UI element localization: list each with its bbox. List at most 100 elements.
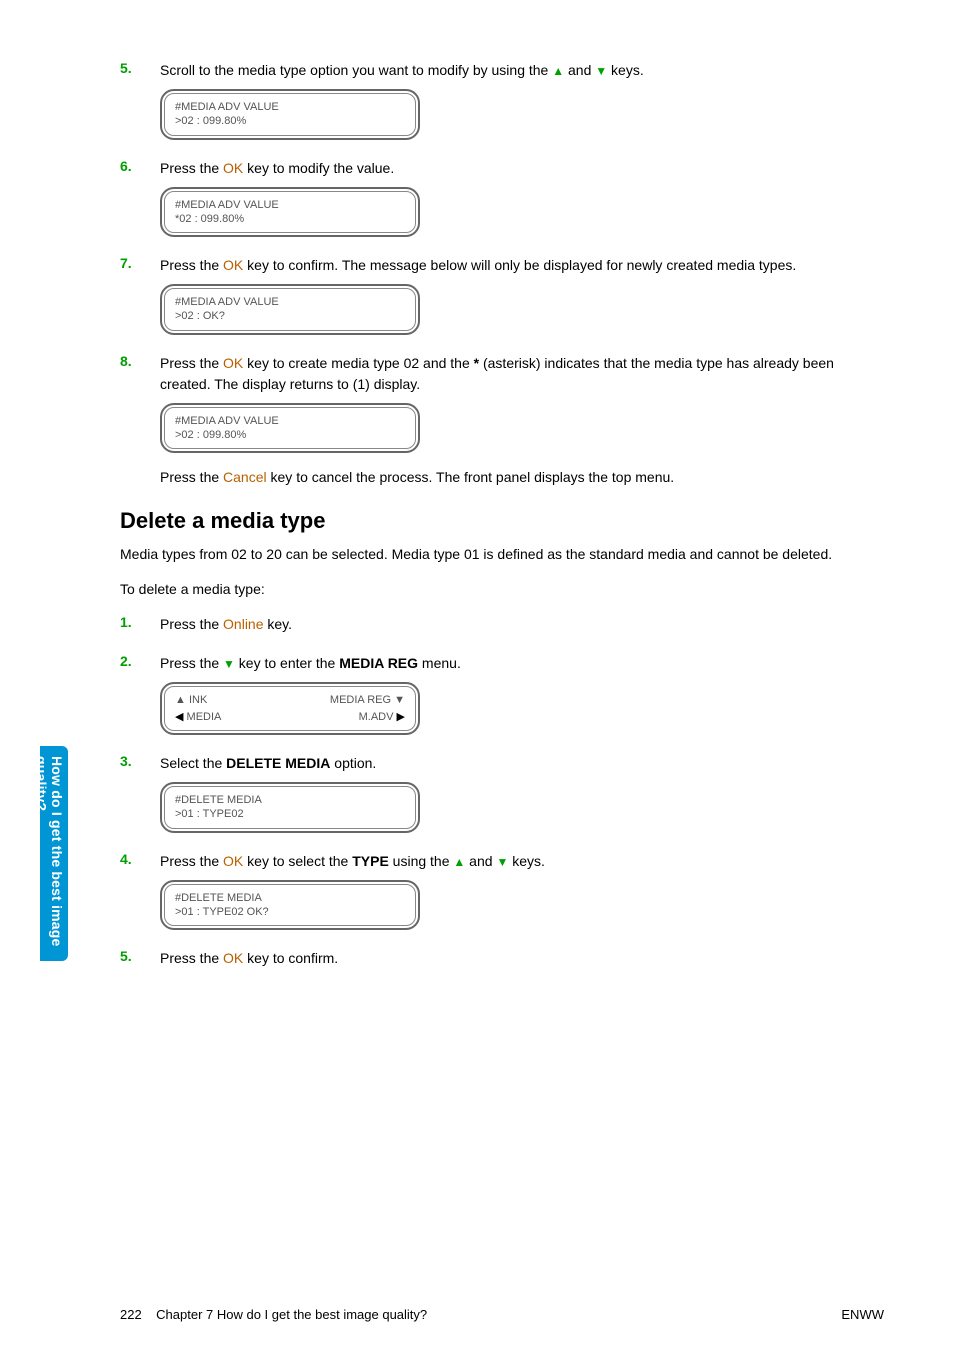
t: Select the <box>160 755 226 771</box>
left-arrow-icon: ◀ <box>175 711 183 723</box>
step-text: Select the DELETE MEDIA option. <box>160 753 884 774</box>
t: M.ADV <box>359 711 394 723</box>
step-note: Press the Cancel key to cancel the proce… <box>160 467 884 488</box>
footer-brand: ENWW <box>841 1307 884 1322</box>
lcd-line1: #MEDIA ADV VALUE <box>175 414 405 428</box>
chapter-label: Chapter 7 How do I get the best image qu… <box>156 1307 427 1322</box>
lcd-right1: MEDIA REG ▼ <box>330 693 405 707</box>
step-text: Press the OK key to confirm. The message… <box>160 255 884 276</box>
page-content: 5. Scroll to the media type option you w… <box>0 0 954 1027</box>
t: menu. <box>418 655 461 671</box>
key-label: Cancel <box>223 469 267 485</box>
t: Press the <box>160 355 223 371</box>
section-intro: Media types from 02 to 20 can be selecte… <box>120 544 884 565</box>
lcd-right2: M.ADV ▶ <box>359 710 405 724</box>
lcd-line2: >02 : 099.80% <box>175 114 405 128</box>
lcd-display: #MEDIA ADV VALUE *02 : 099.80% <box>160 187 420 238</box>
lcd-display: #MEDIA ADV VALUE >02 : OK? <box>160 284 420 335</box>
key-label: OK <box>223 160 243 176</box>
step-number: 4. <box>120 851 138 867</box>
lcd-line2: >01 : TYPE02 OK? <box>175 905 405 919</box>
step-text: Press the ▼ key to enter the MEDIA REG m… <box>160 653 884 674</box>
step-text: Press the OK key to modify the value. <box>160 158 884 179</box>
b-step-1: 1. Press the Online key. <box>120 614 884 635</box>
t: keys. <box>508 853 545 869</box>
t: key to enter the <box>235 655 339 671</box>
lcd-line1: #MEDIA ADV VALUE <box>175 198 405 212</box>
lcd-display: #DELETE MEDIA >01 : TYPE02 OK? <box>160 880 420 931</box>
lcd-line2: >02 : 099.80% <box>175 428 405 442</box>
t: key to create media type 02 and the <box>243 355 473 371</box>
step-number: 1. <box>120 614 138 630</box>
t: keys. <box>607 62 644 78</box>
t: key to select the <box>243 853 352 869</box>
step-number: 7. <box>120 255 138 271</box>
steps-lower: 1. Press the Online key. 2. Press the ▼ … <box>120 614 884 969</box>
step-text: Press the OK key to select the TYPE usin… <box>160 851 884 872</box>
footer-left: 222 Chapter 7 How do I get the best imag… <box>120 1307 427 1322</box>
down-arrow-icon: ▼ <box>595 64 607 78</box>
step-text: Press the OK key to confirm. <box>160 948 884 969</box>
bold: MEDIA REG <box>339 655 418 671</box>
t: and <box>465 853 496 869</box>
side-tab-line1: How do I get the best image <box>49 756 65 947</box>
step-text: Press the OK key to create media type 02… <box>160 353 884 395</box>
step-5: 5. Scroll to the media type option you w… <box>120 60 884 140</box>
step-number: 5. <box>120 60 138 76</box>
lcd-line1: #MEDIA ADV VALUE <box>175 295 405 309</box>
step-8: 8. Press the OK key to create media type… <box>120 353 884 489</box>
lcd-left1: ▲ INK <box>175 693 221 707</box>
page-number: 222 <box>120 1307 142 1322</box>
t: Press the <box>160 853 223 869</box>
lcd-line1: #MEDIA ADV VALUE <box>175 100 405 114</box>
lcd-line2: >02 : OK? <box>175 309 405 323</box>
lcd-left2: ◀ MEDIA <box>175 710 221 724</box>
t: Press the <box>160 616 223 632</box>
step-number: 2. <box>120 653 138 669</box>
t: Scroll to the media type option you want… <box>160 62 552 78</box>
t: Press the <box>160 469 223 485</box>
t: key to confirm. <box>243 950 338 966</box>
key-label: Online <box>223 616 263 632</box>
t: Press the <box>160 655 223 671</box>
key-label: OK <box>223 257 243 273</box>
step-number: 5. <box>120 948 138 964</box>
steps-upper: 5. Scroll to the media type option you w… <box>120 60 884 488</box>
side-tab: How do I get the best image quality? <box>40 746 68 961</box>
key-label: OK <box>223 355 243 371</box>
t: and <box>564 62 595 78</box>
page-footer: 222 Chapter 7 How do I get the best imag… <box>120 1307 884 1322</box>
lcd-display: #MEDIA ADV VALUE >02 : 099.80% <box>160 89 420 140</box>
step-7: 7. Press the OK key to confirm. The mess… <box>120 255 884 335</box>
section-lead: To delete a media type: <box>120 579 884 600</box>
t: Press the <box>160 257 223 273</box>
side-tab-line2: quality? <box>34 756 50 811</box>
lcd-line1: #DELETE MEDIA <box>175 891 405 905</box>
t: key to modify the value. <box>243 160 394 176</box>
lcd-display: #MEDIA ADV VALUE >02 : 099.80% <box>160 403 420 454</box>
t: key. <box>264 616 293 632</box>
t: key to cancel the process. The front pan… <box>267 469 675 485</box>
key-label: OK <box>223 950 243 966</box>
lcd-display: ▲ INK ◀ MEDIA MEDIA REG ▼ M.ADV ▶ <box>160 682 420 735</box>
lcd-line2: >01 : TYPE02 <box>175 807 405 821</box>
b-step-4: 4. Press the OK key to select the TYPE u… <box>120 851 884 931</box>
lcd-display: #DELETE MEDIA >01 : TYPE02 <box>160 782 420 833</box>
key-label: OK <box>223 853 243 869</box>
down-arrow-icon: ▼ <box>496 855 508 869</box>
step-number: 6. <box>120 158 138 174</box>
up-arrow-icon: ▲ <box>453 855 465 869</box>
up-arrow-icon: ▲ <box>552 64 564 78</box>
b-step-2: 2. Press the ▼ key to enter the MEDIA RE… <box>120 653 884 735</box>
b-step-3: 3. Select the DELETE MEDIA option. #DELE… <box>120 753 884 833</box>
bold: DELETE MEDIA <box>226 755 330 771</box>
t: using the <box>389 853 454 869</box>
step-6: 6. Press the OK key to modify the value.… <box>120 158 884 238</box>
down-arrow-icon: ▼ <box>223 657 235 671</box>
step-number: 3. <box>120 753 138 769</box>
right-arrow-icon: ▶ <box>397 711 405 723</box>
lcd-line1: #DELETE MEDIA <box>175 793 405 807</box>
step-number: 8. <box>120 353 138 369</box>
t: Press the <box>160 160 223 176</box>
t: MEDIA <box>187 711 222 723</box>
